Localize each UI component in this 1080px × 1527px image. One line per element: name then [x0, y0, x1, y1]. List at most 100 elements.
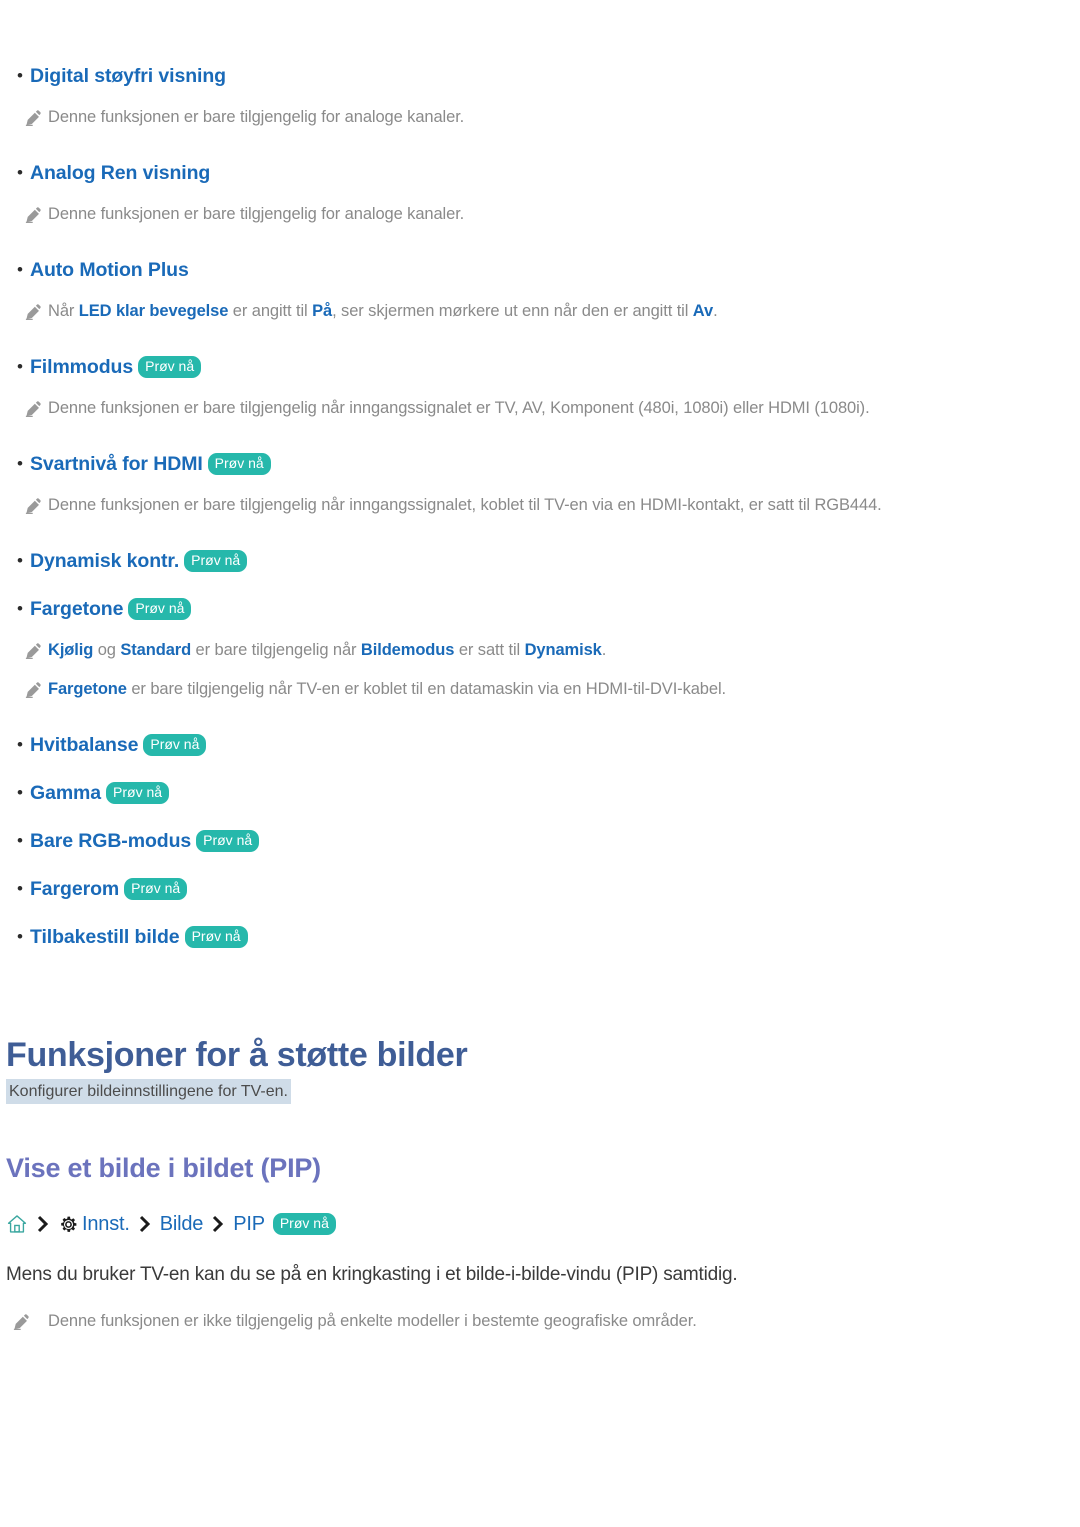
home-icon[interactable]: [6, 1213, 28, 1235]
bullet-icon: [0, 256, 30, 284]
bullet-icon: [0, 62, 30, 90]
try-now-badge[interactable]: Prøv nå: [128, 598, 192, 620]
note-plain-text: er bare tilgjengelig når: [191, 641, 361, 659]
settings-item-label[interactable]: Digital støyfri visning: [30, 65, 226, 87]
note-row: Kjølig og Standard er bare tilgjengelig …: [0, 637, 1080, 664]
breadcrumb-item-bilde[interactable]: Bilde: [160, 1210, 204, 1238]
settings-item-label-wrap: Auto Motion Plus: [30, 256, 189, 284]
try-now-badge[interactable]: Prøv nå: [196, 830, 260, 852]
note-text: Kjølig og Standard er bare tilgjengelig …: [48, 637, 606, 664]
note-highlight-term[interactable]: Kjølig: [48, 641, 93, 659]
bullet-icon: [0, 159, 30, 187]
settings-item-label[interactable]: Bare RGB-modus: [30, 830, 191, 852]
bullet-icon: [0, 923, 30, 951]
note-highlight-term[interactable]: Standard: [120, 641, 191, 659]
pencil-icon: [0, 492, 48, 515]
settings-item-label[interactable]: Gamma: [30, 782, 101, 804]
note-plain-text: Denne funksjonen er bare tilgjengelig fo…: [48, 205, 465, 223]
settings-item-label[interactable]: Auto Motion Plus: [30, 259, 189, 281]
settings-item[interactable]: Digital støyfri visning: [0, 62, 1080, 90]
settings-item-label-wrap: Svartnivå for HDMI Prøv nå: [30, 450, 271, 478]
settings-item-label[interactable]: Dynamisk kontr.: [30, 550, 179, 572]
breadcrumb-item-innst[interactable]: Innst.: [82, 1210, 130, 1238]
note-plain-text: Når: [48, 302, 79, 320]
try-now-badge[interactable]: Prøv nå: [138, 356, 202, 378]
settings-item-label-wrap: Fargetone Prøv nå: [30, 595, 192, 623]
note-plain-text: Denne funksjonen er bare tilgjengelig fo…: [48, 108, 465, 126]
note-highlight-term[interactable]: Dynamisk: [525, 641, 602, 659]
settings-item-label[interactable]: Analog Ren visning: [30, 162, 210, 184]
breadcrumb-item-pip[interactable]: PIP: [233, 1210, 265, 1238]
note-highlight-term[interactable]: LED klar bevegelse: [79, 302, 229, 320]
note-plain-text: og: [93, 641, 121, 659]
settings-item-label-wrap: Digital støyfri visning: [30, 62, 226, 90]
bullet-icon: [0, 450, 30, 478]
section-paragraph: Mens du bruker TV-en kan du se på en kri…: [6, 1264, 738, 1285]
note-highlight-term[interactable]: På: [312, 302, 332, 320]
try-now-badge[interactable]: Prøv nå: [272, 1213, 336, 1235]
settings-item-label-wrap: Tilbakestill bilde Prøv nå: [30, 923, 248, 951]
try-now-badge[interactable]: Prøv nå: [124, 878, 188, 900]
page-title: Funksjoner for å støtte bilder: [6, 1036, 468, 1074]
settings-item[interactable]: FilmmodusPrøv nå: [0, 353, 1080, 381]
note-highlight-term[interactable]: Av: [693, 302, 713, 320]
note-row: Denne funksjonen er bare tilgjengelig fo…: [0, 201, 1080, 228]
bullet-icon: [0, 547, 30, 575]
settings-item[interactable]: Tilbakestill bildePrøv nå: [0, 923, 1080, 951]
bullet-icon: [0, 353, 30, 381]
pencil-icon: [0, 395, 48, 418]
note-row: Når LED klar bevegelse er angitt til På,…: [0, 298, 1080, 325]
note-plain-text: er bare tilgjengelig når TV-en er koblet…: [126, 680, 726, 698]
note-text: Denne funksjonen er bare tilgjengelig fo…: [48, 201, 464, 228]
chevron-right-icon: [206, 1214, 230, 1234]
bullet-icon: [0, 595, 30, 623]
settings-item-label[interactable]: Fargetone: [30, 598, 123, 620]
settings-item[interactable]: Analog Ren visning: [0, 159, 1080, 187]
note-highlight-term[interactable]: Fargetone: [48, 680, 127, 698]
pencil-icon: [0, 637, 48, 660]
settings-item-label-wrap: Hvitbalanse Prøv nå: [30, 731, 207, 759]
try-now-badge[interactable]: Prøv nå: [106, 782, 170, 804]
gear-icon[interactable]: [58, 1214, 79, 1235]
note-plain-text: er angitt til: [228, 302, 313, 320]
note-text: Denne funksjonen er bare tilgjengelig fo…: [48, 104, 464, 131]
settings-item[interactable]: Bare RGB-modusPrøv nå: [0, 827, 1080, 855]
breadcrumb[interactable]: Innst. Bilde PIP Prøv nå: [0, 1210, 1080, 1238]
try-now-badge[interactable]: Prøv nå: [207, 453, 271, 475]
note-row: Denne funksjonen er bare tilgjengelig fo…: [0, 104, 1080, 131]
settings-item-label-wrap: Analog Ren visning: [30, 159, 210, 187]
note-plain-text: .: [713, 302, 718, 320]
note-highlight-term[interactable]: Bildemodus: [361, 641, 455, 659]
settings-item[interactable]: Auto Motion Plus: [0, 256, 1080, 284]
settings-item-label-wrap: Dynamisk kontr. Prøv nå: [30, 547, 248, 575]
try-now-badge[interactable]: Prøv nå: [143, 734, 207, 756]
note-plain-text: Denne funksjonen er bare tilgjengelig nå…: [48, 496, 882, 514]
settings-item[interactable]: FargetonePrøv nå: [0, 595, 1080, 623]
bullet-icon: [0, 731, 30, 759]
note-text: Denne funksjonen er bare tilgjengelig nå…: [48, 492, 882, 519]
settings-item[interactable]: FargeromPrøv nå: [0, 875, 1080, 903]
settings-item-label-wrap: Bare RGB-modus Prøv nå: [30, 827, 260, 855]
note-plain-text: .: [601, 641, 607, 659]
note-row: Fargetone er bare tilgjengelig når TV-en…: [0, 676, 1080, 703]
settings-item-label[interactable]: Tilbakestill bilde: [30, 926, 180, 948]
note-plain-text: Denne funksjonen er bare tilgjengelig nå…: [48, 399, 870, 417]
settings-item[interactable]: Svartnivå for HDMIPrøv nå: [0, 450, 1080, 478]
settings-item[interactable]: GammaPrøv nå: [0, 779, 1080, 807]
settings-item-label[interactable]: Hvitbalanse: [30, 734, 138, 756]
pencil-icon: [0, 1308, 48, 1331]
settings-item-label[interactable]: Svartnivå for HDMI: [30, 453, 203, 475]
note-text: Denne funksjonen er bare tilgjengelig nå…: [48, 395, 870, 422]
settings-item-label[interactable]: Fargerom: [30, 878, 119, 900]
chevron-right-icon: [31, 1214, 55, 1234]
settings-list: Digital støyfri visning Denne funksjonen …: [0, 62, 1080, 971]
pencil-icon: [0, 104, 48, 127]
settings-item-label[interactable]: Filmmodus: [30, 356, 133, 378]
subsection-title: Vise et bilde i bildet (PIP): [6, 1153, 321, 1183]
note-plain-text: er satt til: [454, 641, 525, 659]
try-now-badge[interactable]: Prøv nå: [184, 550, 248, 572]
settings-item[interactable]: HvitbalansePrøv nå: [0, 731, 1080, 759]
note-text: Denne funksjonen er ikke tilgjengelig på…: [48, 1312, 697, 1330]
settings-item[interactable]: Dynamisk kontr.Prøv nå: [0, 547, 1080, 575]
try-now-badge[interactable]: Prøv nå: [184, 926, 248, 948]
